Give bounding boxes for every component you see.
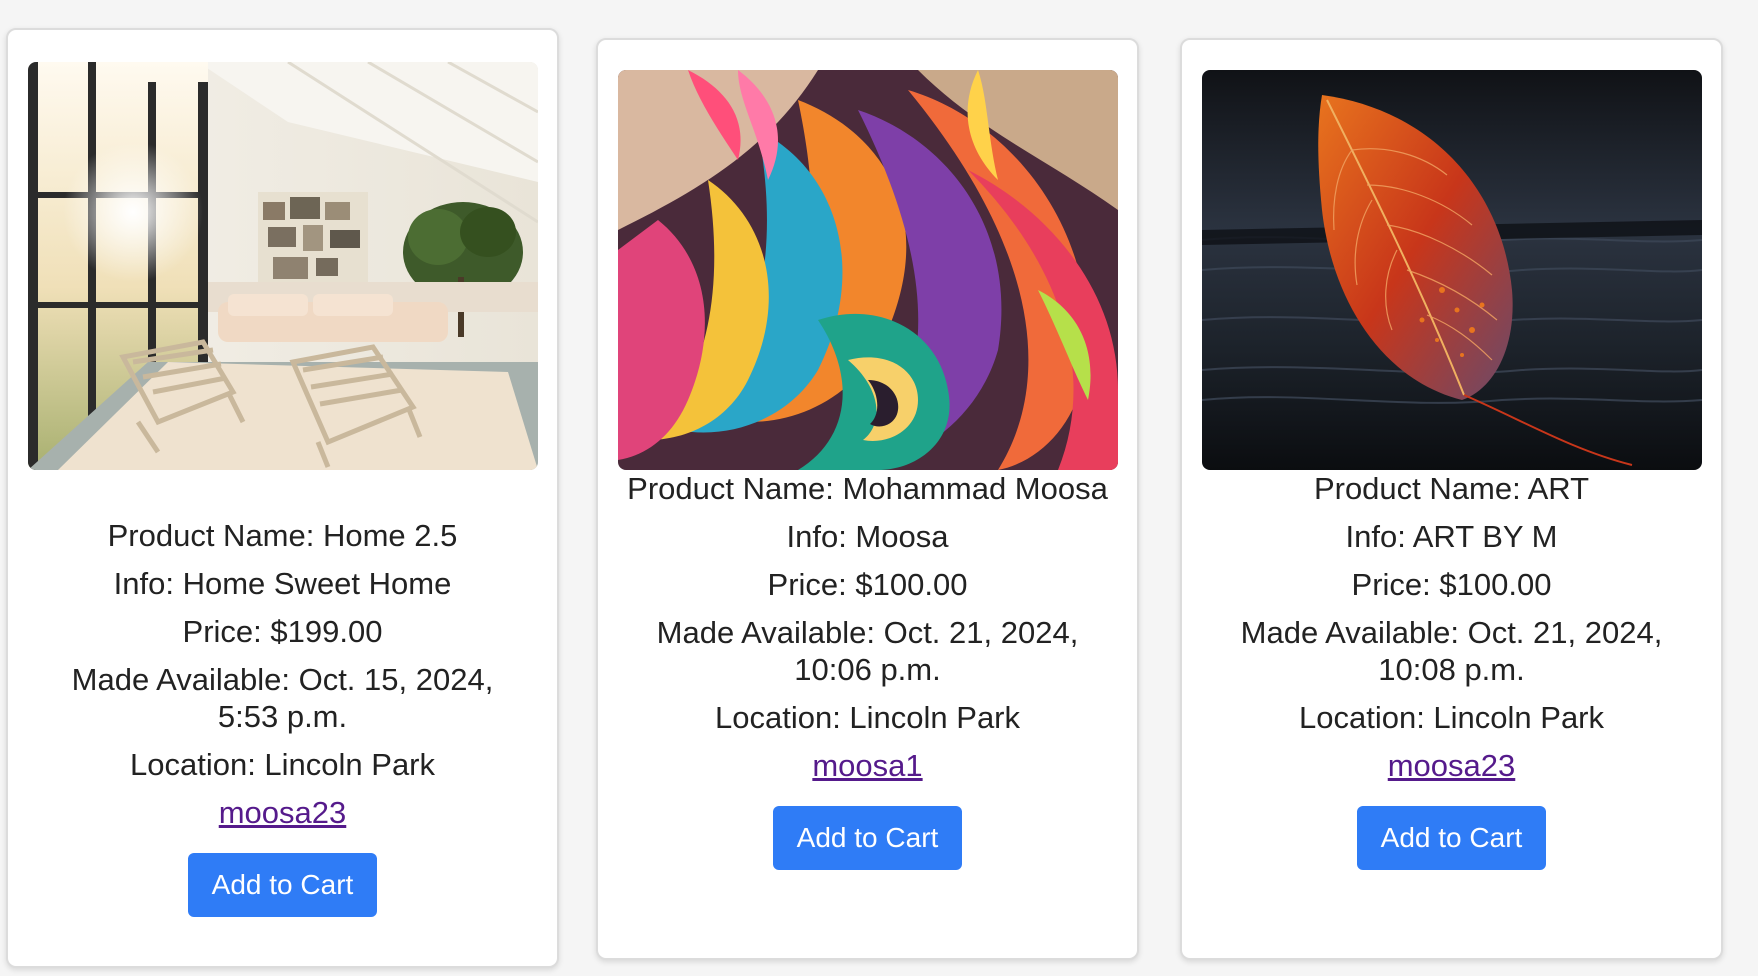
available-date-text: Made Available: Oct. 21, 2024, bbox=[1240, 615, 1663, 650]
seller-link[interactable]: moosa1 bbox=[812, 747, 922, 784]
product-price: Price: $100.00 bbox=[767, 567, 968, 602]
available-date-text: Made Available: Oct. 21, 2024, bbox=[656, 615, 1079, 650]
add-to-cart-button[interactable]: Add to Cart bbox=[772, 806, 963, 870]
product-available-date: Made Available: Oct. 21, 2024, 10:08 p.m… bbox=[1182, 614, 1721, 688]
product-card: Product Name: Mohammad Moosa Info: Moosa… bbox=[596, 38, 1139, 960]
product-details: Product Name: Home 2.5 Info: Home Sweet … bbox=[8, 517, 557, 917]
product-info: Info: Moosa bbox=[786, 519, 949, 554]
product-available-date: Made Available: Oct. 15, 2024, 5:53 p.m. bbox=[8, 661, 557, 735]
product-card: Product Name: ART Info: ART BY M Price: … bbox=[1180, 38, 1723, 960]
product-name: Product Name: ART bbox=[1313, 471, 1590, 506]
available-time-text: 10:08 p.m. bbox=[1378, 652, 1525, 687]
product-details: Product Name: ART Info: ART BY M Price: … bbox=[1182, 470, 1721, 870]
product-info: Info: ART BY M bbox=[1345, 519, 1558, 554]
product-image-autumn-leaf bbox=[1202, 70, 1702, 470]
product-info: Info: Home Sweet Home bbox=[113, 566, 452, 601]
product-price: Price: $100.00 bbox=[1351, 567, 1552, 602]
product-image-living-room bbox=[28, 62, 538, 470]
product-location: Location: Lincoln Park bbox=[129, 747, 436, 782]
product-image-abstract-art bbox=[618, 70, 1118, 470]
add-to-cart-button[interactable]: Add to Cart bbox=[1356, 806, 1547, 870]
add-to-cart-button[interactable]: Add to Cart bbox=[187, 853, 378, 917]
product-grid: Product Name: Home 2.5 Info: Home Sweet … bbox=[0, 0, 1758, 976]
product-details: Product Name: Mohammad Moosa Info: Moosa… bbox=[598, 470, 1137, 870]
product-location: Location: Lincoln Park bbox=[1298, 700, 1605, 735]
product-name: Product Name: Mohammad Moosa bbox=[627, 471, 1108, 506]
available-date-text: Made Available: Oct. 15, 2024, bbox=[71, 662, 494, 697]
seller-link[interactable]: moosa23 bbox=[219, 794, 347, 831]
product-price: Price: $199.00 bbox=[182, 614, 383, 649]
product-card: Product Name: Home 2.5 Info: Home Sweet … bbox=[6, 28, 559, 968]
product-name: Product Name: Home 2.5 bbox=[107, 518, 458, 553]
available-time-text: 5:53 p.m. bbox=[217, 699, 348, 734]
product-available-date: Made Available: Oct. 21, 2024, 10:06 p.m… bbox=[598, 614, 1137, 688]
product-location: Location: Lincoln Park bbox=[714, 700, 1021, 735]
seller-link[interactable]: moosa23 bbox=[1388, 747, 1516, 784]
available-time-text: 10:06 p.m. bbox=[794, 652, 941, 687]
